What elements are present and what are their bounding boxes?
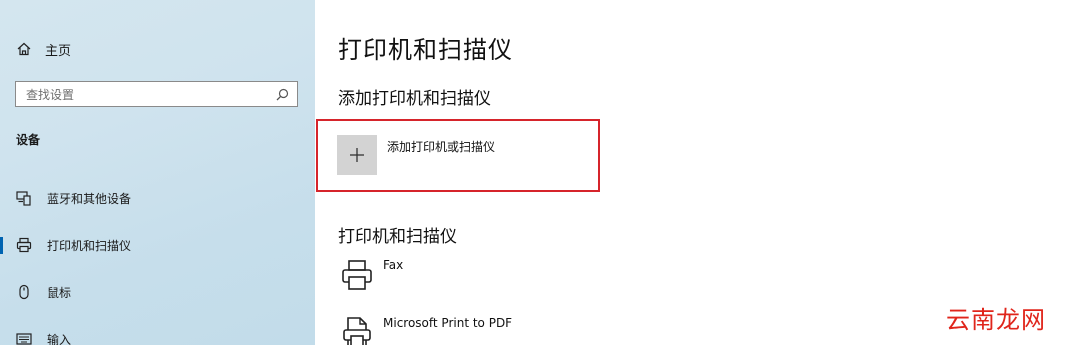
plus-icon xyxy=(350,148,364,162)
printer-item-pdf[interactable]: Microsoft Print to PDF xyxy=(337,316,737,345)
main-content: 打印机和扫描仪 添加打印机和扫描仪 添加打印机或扫描仪 打印机和扫描仪 Fax … xyxy=(315,0,1080,345)
printer-item-fax[interactable]: Fax xyxy=(337,258,737,298)
section-title: 设备 xyxy=(16,133,41,147)
home-nav[interactable]: 主页 xyxy=(17,38,71,60)
sidebar-item-label: 鼠标 xyxy=(47,285,72,300)
sidebar-item-mouse[interactable]: 鼠标 xyxy=(0,277,315,307)
bluetooth-devices-icon xyxy=(16,191,31,206)
search-placeholder: 查找设置 xyxy=(26,87,75,102)
home-label: 主页 xyxy=(45,43,72,59)
search-icon[interactable] xyxy=(276,88,289,101)
page-title: 打印机和扫描仪 xyxy=(338,36,513,64)
sidebar: 主页 查找设置 设备 蓝牙和其他设备 打印机和扫描仪 鼠标 输入 xyxy=(0,0,315,345)
fax-printer-icon xyxy=(342,260,372,290)
sidebar-item-label: 蓝牙和其他设备 xyxy=(47,191,132,206)
sidebar-item-label: 打印机和扫描仪 xyxy=(47,238,132,253)
printer-name: Microsoft Print to PDF xyxy=(383,316,513,330)
home-icon xyxy=(17,42,31,56)
sidebar-item-bluetooth[interactable]: 蓝牙和其他设备 xyxy=(0,183,315,213)
watermark: 云南龙网 xyxy=(946,306,1046,334)
printer-icon xyxy=(16,237,32,253)
add-printer-button[interactable] xyxy=(337,135,377,175)
mouse-icon xyxy=(19,284,29,300)
sidebar-item-label: 输入 xyxy=(47,332,72,345)
sidebar-item-printers[interactable]: 打印机和扫描仪 xyxy=(0,230,315,260)
add-section-title: 添加打印机和扫描仪 xyxy=(338,89,491,109)
pdf-printer-icon xyxy=(343,317,371,345)
add-printer-label[interactable]: 添加打印机或扫描仪 xyxy=(387,138,495,155)
search-input[interactable]: 查找设置 xyxy=(15,81,298,107)
printer-name: Fax xyxy=(383,258,404,272)
printers-list-title: 打印机和扫描仪 xyxy=(338,227,457,247)
keyboard-icon xyxy=(16,333,32,345)
sidebar-item-input[interactable]: 输入 xyxy=(0,324,315,345)
